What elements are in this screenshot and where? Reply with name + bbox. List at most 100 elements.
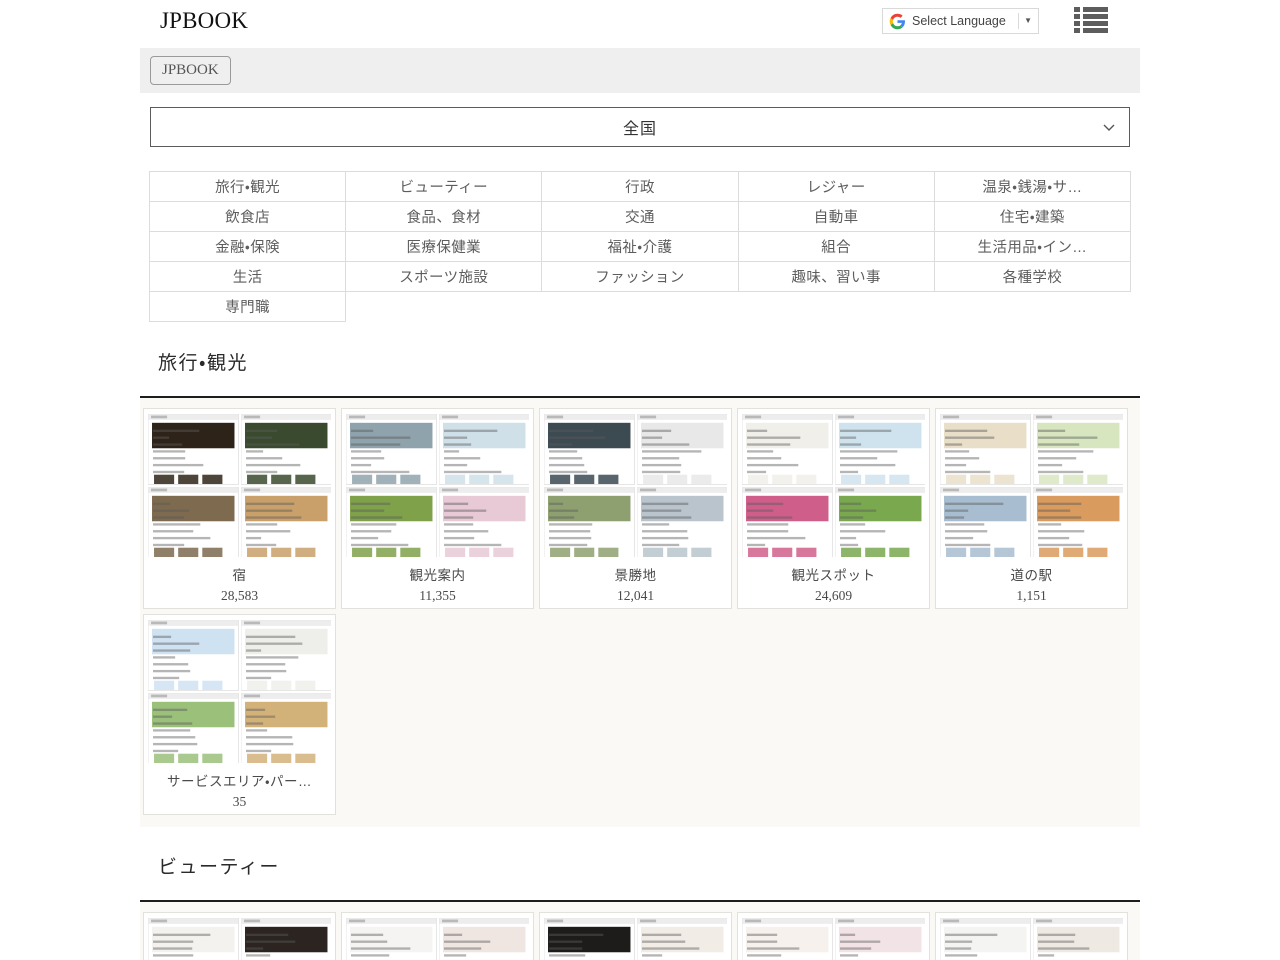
category-cell[interactable]: 福祉・介護 [542,232,738,262]
list-menu-icon[interactable] [1074,6,1108,34]
thumbnail-image [1033,918,1124,960]
category-cell[interactable]: 温泉・銭湯・サ… [934,172,1130,202]
menu-row [1074,7,1108,12]
thumbnail-image [742,487,833,558]
thumbnail-image [148,414,239,485]
category-card[interactable]: サービスエリア・パー… 35 [143,614,336,815]
thumbnail-image [241,693,332,764]
card-thumbnail-collage [148,918,331,960]
category-cell[interactable]: 交通 [542,202,738,232]
thumbnail-image [940,487,1031,558]
category-cell[interactable]: ビューティー [346,172,542,202]
category-cell[interactable]: 生活用品・イン… [934,232,1130,262]
category-cell[interactable]: 住宅・建築 [934,202,1130,232]
category-cell[interactable]: 組合 [738,232,934,262]
card-label: 道の駅 [941,564,1122,584]
category-table-row: 旅行・観光ビューティー行政レジャー温泉・銭湯・サ… [150,172,1131,202]
category-cell[interactable]: 金融・保険 [150,232,346,262]
card-thumbnail-collage [346,918,529,960]
card-thumbnail-collage [940,414,1123,557]
card-thumbnail-collage [148,620,331,763]
region-select-value: 全国 [623,115,657,139]
thumbnail-image [637,918,728,960]
category-cell[interactable]: 専門職 [150,292,346,322]
category-card[interactable] [143,912,336,960]
thumbnail-image [1033,487,1124,558]
category-card[interactable] [539,912,732,960]
section-title: 旅行・観光 [140,352,1140,376]
category-cell[interactable]: 自動車 [738,202,934,232]
category-card[interactable] [341,912,534,960]
card-thumbnail-collage [544,414,727,557]
thumbnail-image [544,918,635,960]
card-count: 1,151 [1016,588,1046,604]
category-card[interactable]: 観光スポット 24,609 [737,408,930,609]
category-card[interactable]: 宿28,583 [143,408,336,609]
thumbnail-image [1033,414,1124,485]
category-card[interactable]: 道の駅 1,151 [935,408,1128,609]
thumbnail-image [637,487,728,558]
card-count: 11,355 [419,588,456,604]
category-card[interactable]: 景勝地 12,041 [539,408,732,609]
card-label: サービスエリア・パー… [149,770,330,790]
category-card[interactable] [935,912,1128,960]
menu-row [1074,28,1108,33]
thumbnail-image [148,620,239,691]
menu-bar [1083,14,1108,19]
category-card[interactable]: 観光案内11,355 [341,408,534,609]
thumbnail-image [346,487,437,558]
card-thumbnail-collage [742,414,925,557]
category-table: 旅行・観光ビューティー行政レジャー温泉・銭湯・サ…飲食店食品、食材交通自動車住宅… [149,171,1131,322]
category-section: 旅行・観光 宿28,583 [140,352,1140,827]
thumbnail-image [835,414,926,485]
category-cell[interactable]: スポーツ施設 [346,262,542,292]
card-label: 観光スポット [743,564,924,584]
thumbnail-image [148,693,239,764]
category-cell[interactable]: 医療保健業 [346,232,542,262]
category-cell[interactable]: ファッション [542,262,738,292]
region-select[interactable]: 全国 [150,107,1130,147]
category-cell[interactable]: レジャー [738,172,934,202]
card-grid: 宿28,583 観光案内11,355 [140,398,1140,827]
category-cell[interactable]: 行政 [542,172,738,202]
chevron-down-icon[interactable]: ▼ [1024,16,1034,26]
category-table-row: 金融・保険医療保健業福祉・介護組合生活用品・イン… [150,232,1131,262]
thumbnail-image [241,487,332,558]
category-cell[interactable]: 旅行・観光 [150,172,346,202]
thumbnail-image [835,487,926,558]
thumbnail-image [544,414,635,485]
menu-bullet [1074,14,1080,19]
card-grid [140,902,1140,960]
thumbnail-image [835,918,926,960]
card-thumbnail-collage [148,414,331,557]
thumbnail-image [439,414,530,485]
category-cell[interactable]: 趣味、習い事 [738,262,934,292]
card-count: 35 [233,794,247,810]
section-title: ビューティー [140,856,1140,880]
thumbnail-image [940,918,1031,960]
card-label: 宿 [149,564,330,584]
thumbnail-image [742,918,833,960]
category-card[interactable] [737,912,930,960]
translate-separator [1018,13,1019,29]
category-cell[interactable]: 各種学校 [934,262,1130,292]
google-translate-widget[interactable]: Select Language ▼ [882,8,1039,34]
card-thumbnail-collage [346,414,529,557]
menu-bar [1083,7,1108,12]
card-count: 12,041 [617,588,654,604]
category-cell[interactable]: 食品、食材 [346,202,542,232]
card-label: 景勝地 [545,564,726,584]
card-thumbnail-collage [544,918,727,960]
card-count: 24,609 [815,588,852,604]
site-brand[interactable]: JPBOOK [160,7,248,35]
menu-bullet [1074,28,1080,33]
card-thumbnail-collage [940,918,1123,960]
thumbnail-image [148,918,239,960]
breadcrumb: JPBOOK [140,48,1140,93]
thumbnail-image [241,620,332,691]
category-cell[interactable]: 生活 [150,262,346,292]
category-table-row: 専門職 [150,292,1131,322]
breadcrumb-item-jpbook[interactable]: JPBOOK [150,56,231,85]
category-cell[interactable]: 飲食店 [150,202,346,232]
category-table-row: 飲食店食品、食材交通自動車住宅・建築 [150,202,1131,232]
